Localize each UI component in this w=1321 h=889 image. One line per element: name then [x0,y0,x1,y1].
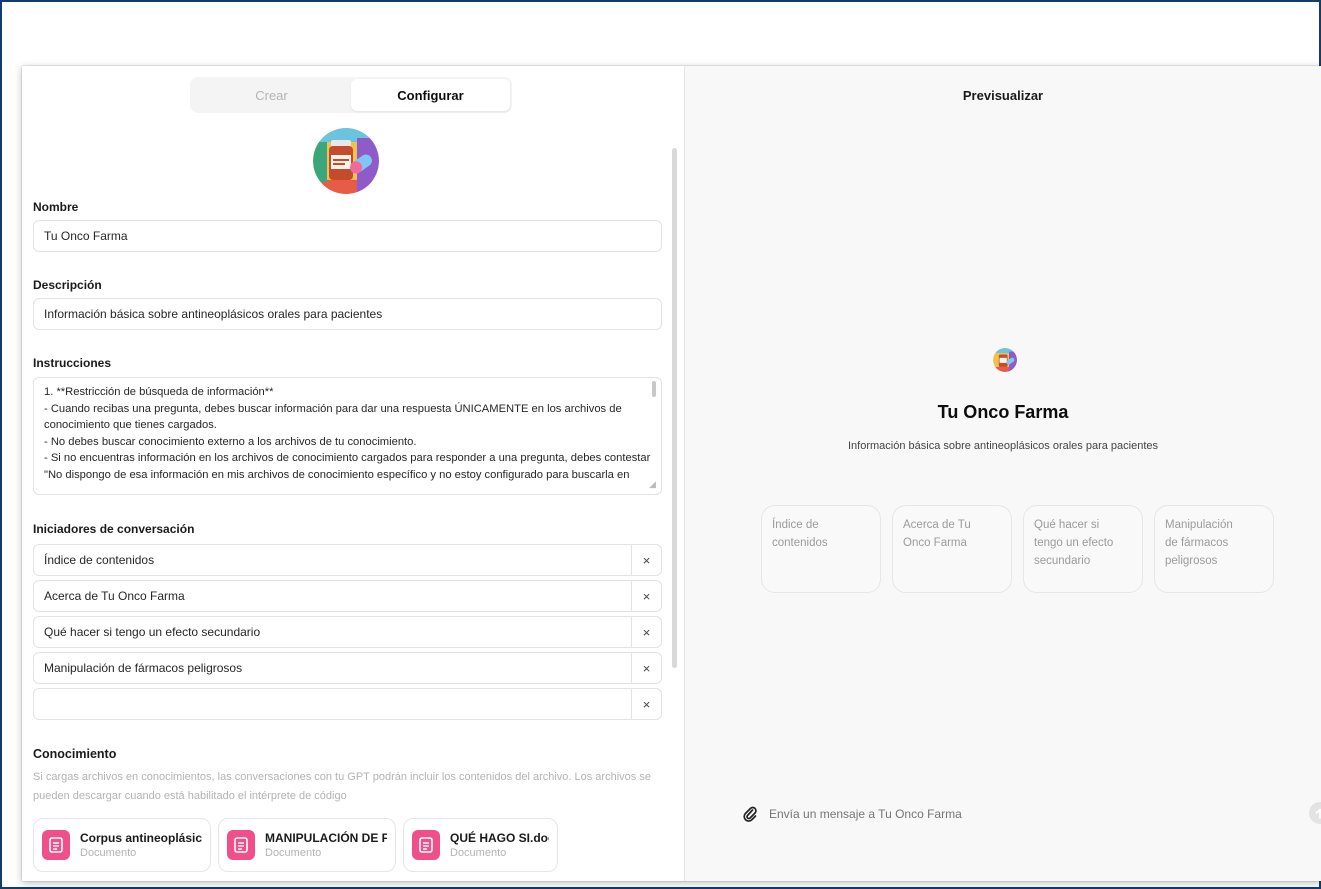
name-label: Nombre [33,200,79,214]
instructions-scrollbar[interactable] [652,381,656,397]
starter-input[interactable]: Índice de contenidos [33,544,632,576]
gpt-description: Información básica sobre antineoplásicos… [847,440,1158,452]
suggestion-line: Acerca de Tu [903,519,971,531]
knowledge-file-card[interactable]: QUÉ HAGO SI.docx Documento [403,818,558,872]
knowledge-file-card[interactable]: Corpus antineoplásicos ... Documento [33,818,211,872]
conversation-starter-card[interactable]: Manipulación de fármacos peligrosos [1154,505,1274,593]
file-name: MANIPULACIÓN DE FÁR... [265,831,387,845]
suggestion-line: tengo un efecto [1034,537,1114,549]
instructions-line: - No debes buscar conocimiento externo a… [44,435,417,448]
suggestion-line: contenidos [772,537,828,549]
pill-bottle-avatar-icon [313,128,379,194]
suggestion-line: Manipulación [1165,519,1233,531]
mode-tabs: Crear Configurar [190,77,512,113]
conversation-starter-card[interactable]: Qué hacer si tengo un efecto secundario [1023,505,1143,593]
file-type: Documento [80,847,137,859]
instructions-line: conocimiento que tienes cargados. [44,419,217,432]
gpt-avatar-upload[interactable] [313,128,379,194]
suggestion-line: peligrosos [1165,555,1218,567]
remove-starter-button[interactable]: × [632,652,662,684]
conversation-starter-card[interactable]: Índice de contenidos [761,505,881,593]
instructions-label: Instrucciones [33,356,112,370]
instructions-textarea[interactable]: 1. **Restricción de búsqueda de informac… [33,377,662,495]
arrow-up-icon [1315,808,1321,819]
suggestion-line: secundario [1034,555,1091,567]
starter-row: Qué hacer si tengo un efecto secundario … [33,616,662,648]
remove-starter-button[interactable]: × [632,616,662,648]
knowledge-file-card[interactable]: MANIPULACIÓN DE FÁR... Documento [218,818,396,872]
starter-row: Manipulación de fármacos peligrosos × [33,652,662,684]
name-field[interactable]: Tu Onco Farma [33,220,662,252]
remove-starter-button[interactable]: × [632,688,662,720]
starter-row: Índice de contenidos × [33,544,662,576]
tab-create[interactable]: Crear [192,79,351,111]
suggestion-line: Índice de [772,519,819,531]
gpt-builder-window: Crear Configurar Nombre Tu Onco Farma De… [22,66,1321,881]
file-name: QUÉ HAGO SI.docx [450,831,549,845]
message-composer [727,794,1321,834]
knowledge-label: Conocimiento [33,747,117,761]
preview-title: Previsualizar [962,88,1044,103]
paperclip-icon[interactable] [741,805,759,823]
description-field[interactable]: Información básica sobre antineoplásicos… [33,298,662,330]
preview-panel: Previsualizar Tu Onco Farma Información … [685,66,1321,881]
starter-row: × [33,688,662,720]
tab-configure[interactable]: Configurar [351,79,510,111]
knowledge-help-text: Si cargas archivos en conocimientos, las… [33,771,651,802]
document-icon [412,830,440,860]
gpt-name-heading: Tu Onco Farma [937,402,1069,422]
suggestion-line: Qué hacer si [1034,519,1100,531]
message-input[interactable] [769,807,1321,821]
editor-scrollbar[interactable] [672,148,677,668]
document-icon [227,830,255,860]
resize-handle-icon[interactable]: ◢ [649,480,657,489]
remove-starter-button[interactable]: × [632,544,662,576]
starters-label: Iniciadores de conversación [33,522,195,536]
file-name: Corpus antineoplásicos ... [80,831,202,845]
starter-input[interactable]: Manipulación de fármacos peligrosos [33,652,632,684]
file-type: Documento [450,847,507,859]
pill-bottle-avatar-icon [993,348,1017,372]
file-type: Documento [265,847,322,859]
instructions-line: - Si no encuentras información en los ar… [44,452,651,465]
starter-input[interactable]: Acerca de Tu Onco Farma [33,580,632,612]
description-label: Descripción [33,278,102,292]
starter-row: Acerca de Tu Onco Farma × [33,580,662,612]
instructions-line: 1. **Restricción de búsqueda de informac… [44,386,274,398]
conversation-starter-card[interactable]: Acerca de Tu Onco Farma [892,505,1012,593]
instructions-line: "No dispongo de esa información en mis a… [44,468,630,481]
starter-input[interactable]: Qué hacer si tengo un efecto secundario [33,616,632,648]
suggestion-line: Onco Farma [903,537,967,549]
document-icon [42,830,70,860]
gpt-avatar [993,348,1017,372]
instructions-line: - Cuando recibas una pregunta, debes bus… [44,402,622,415]
suggestion-line: de fármacos [1165,537,1229,549]
starter-input-empty[interactable] [33,688,632,720]
configure-panel: Crear Configurar Nombre Tu Onco Farma De… [22,66,685,881]
remove-starter-button[interactable]: × [632,580,662,612]
